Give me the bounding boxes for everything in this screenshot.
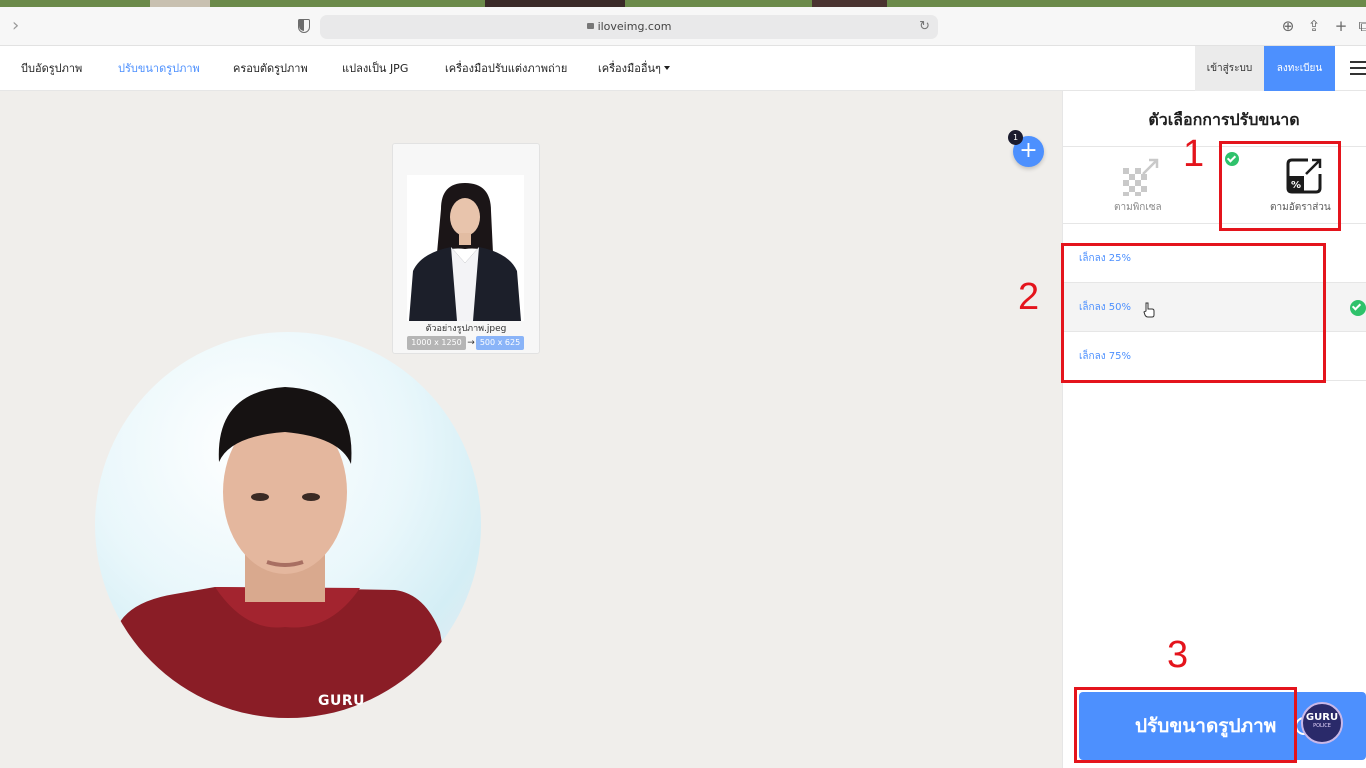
portrait-image	[407, 175, 524, 321]
share-icon[interactable]: ⇪	[1306, 17, 1322, 35]
file-thumbnail	[407, 175, 524, 321]
privacy-shield-icon[interactable]	[298, 19, 310, 33]
annotation-box-1	[1219, 141, 1341, 231]
url-text: iloveimg.com	[597, 20, 672, 33]
login-button[interactable]: เข้าสู่ระบบ	[1195, 46, 1264, 91]
download-icon[interactable]: ⊕	[1280, 17, 1296, 35]
annotation-number-3: 3	[1167, 634, 1189, 676]
new-size-badge: 500 x 625	[476, 336, 524, 350]
brand-badge-bottom: POLICE	[1313, 723, 1331, 729]
mode-by-pixel[interactable]: ตามพิกเซล	[1104, 152, 1184, 220]
menu-icon[interactable]	[1350, 61, 1366, 75]
site-header: บีบอัดรูปภาพ ปรับขนาดรูปภาพ ครอบตัดรูปภา…	[0, 46, 1366, 91]
nav-crop[interactable]: ครอบตัดรูปภาพ	[233, 46, 308, 91]
guru-police-logo: GURU POLICE	[1301, 702, 1343, 744]
strip-segment	[485, 0, 625, 7]
nav-photo-editor[interactable]: เครื่องมือปรับแต่งภาพถ่าย	[445, 46, 567, 91]
size-arrow: →	[467, 338, 475, 348]
file-name: ตัวอย่างรูปภาพ.jpeg	[425, 324, 507, 334]
presenter-video	[105, 387, 455, 718]
webcam-overlay	[95, 332, 481, 718]
forward-icon[interactable]: ›	[12, 16, 30, 36]
browser-toolbar: › iloveimg.com ↻ ⊕ ⇪ + ⧉	[0, 7, 1366, 46]
nav-convert-jpg[interactable]: แปลงเป็น JPG	[342, 46, 408, 91]
strip-segment	[812, 0, 887, 7]
file-count-badge: 1	[1008, 130, 1023, 145]
annotation-number-1: 1	[1183, 133, 1205, 175]
original-size-badge: 1000 x 1250	[407, 336, 466, 350]
nav-compress[interactable]: บีบอัดรูปภาพ	[21, 46, 82, 91]
signup-button[interactable]: ลงทะเบียน	[1264, 46, 1335, 91]
reload-icon[interactable]: ↻	[919, 15, 930, 39]
tabs-overview-icon[interactable]: ⧉	[1356, 17, 1366, 35]
shirt-logo: GURU	[318, 693, 366, 709]
lock-icon	[586, 23, 594, 29]
panel-title: ตัวเลือกการปรับขนาด	[1148, 110, 1300, 129]
caret-down-icon	[663, 66, 670, 70]
nav-more-tools-label: เครื่องมืออื่นๆ	[598, 62, 661, 75]
check-icon	[1350, 300, 1366, 316]
annotation-box-3	[1074, 687, 1297, 763]
nav-resize[interactable]: ปรับขนาดรูปภาพ	[118, 46, 200, 91]
annotation-number-2: 2	[1018, 276, 1040, 318]
nav-more-tools[interactable]: เครื่องมืออื่นๆ	[598, 46, 670, 91]
annotation-box-2	[1061, 243, 1326, 383]
video-top-strip	[0, 0, 1366, 7]
pixel-resize-icon	[1123, 158, 1159, 196]
address-bar[interactable]: iloveimg.com ↻	[320, 15, 938, 39]
strip-segment	[150, 0, 210, 7]
mode-by-pixel-label: ตามพิกเซล	[1114, 202, 1162, 213]
brand-badge-top: GURU	[1305, 712, 1339, 723]
new-tab-icon[interactable]: +	[1333, 17, 1349, 35]
